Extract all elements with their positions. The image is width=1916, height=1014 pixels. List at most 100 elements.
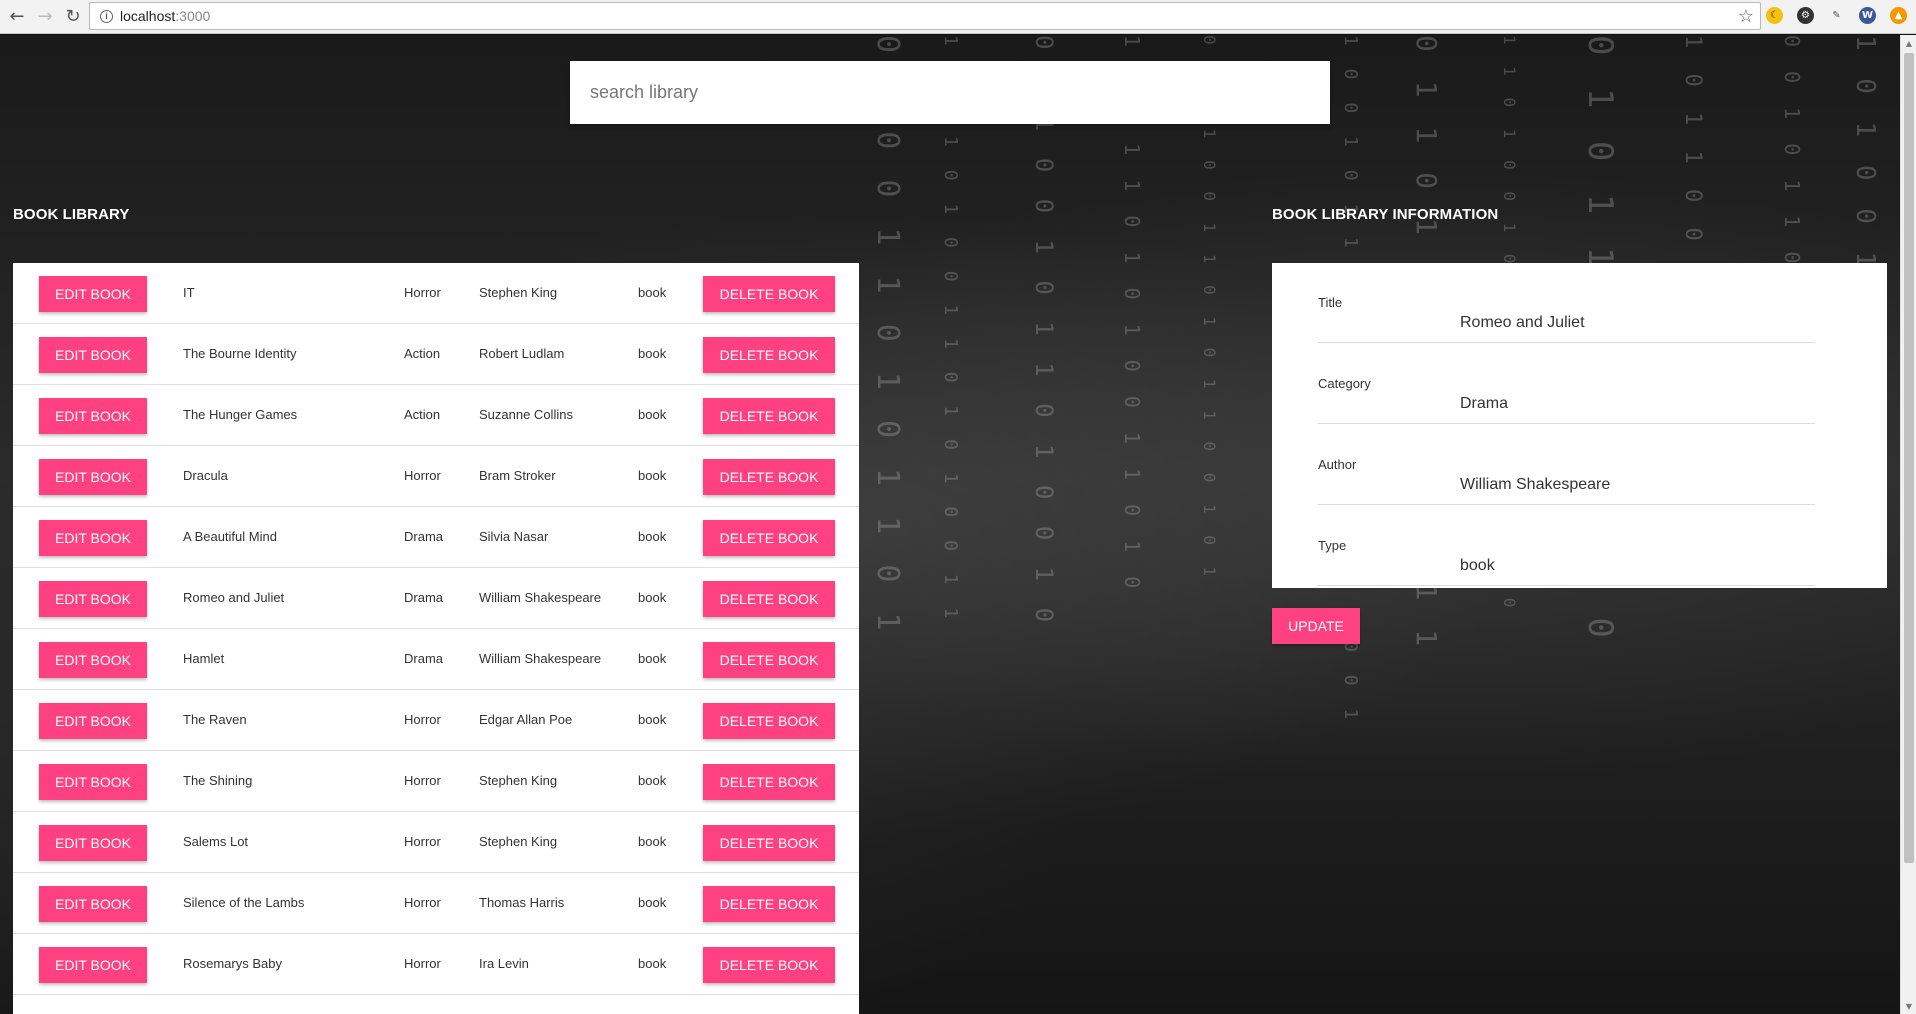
edit-book-button[interactable]: EDIT BOOK bbox=[39, 398, 147, 434]
update-button[interactable]: UPDATE bbox=[1272, 608, 1360, 644]
delete-book-button[interactable]: DELETE BOOK bbox=[703, 825, 835, 861]
book-author: Edgar Allan Poe bbox=[479, 712, 573, 727]
book-category: Horror bbox=[404, 956, 441, 971]
search-input[interactable] bbox=[570, 61, 1330, 124]
field-value[interactable]: Romeo and Juliet bbox=[1460, 314, 1585, 332]
book-type: book bbox=[638, 285, 667, 300]
edit-book-button[interactable]: EDIT BOOK bbox=[39, 520, 147, 556]
edit-book-button[interactable]: EDIT BOOK bbox=[39, 764, 147, 800]
book-category: Horror bbox=[404, 712, 441, 727]
delete-book-button[interactable]: DELETE BOOK bbox=[703, 581, 835, 617]
library-heading: BOOK LIBRARY bbox=[13, 206, 130, 223]
book-author: Ira Levin bbox=[479, 956, 529, 971]
book-author: Stephen King bbox=[479, 285, 558, 300]
book-category: Drama bbox=[404, 529, 444, 544]
delete-book-button[interactable]: DELETE BOOK bbox=[703, 276, 835, 312]
book-row: EDIT BOOK Hamlet Drama William Shakespeare b… bbox=[13, 629, 859, 690]
book-type: book bbox=[638, 346, 667, 361]
forward-icon[interactable]: → bbox=[34, 6, 56, 28]
info-field-category[interactable]: Category Drama bbox=[1318, 358, 1815, 424]
edit-book-button[interactable]: EDIT BOOK bbox=[39, 337, 147, 373]
book-type: book bbox=[638, 834, 667, 849]
delete-book-button[interactable]: DELETE BOOK bbox=[703, 947, 835, 983]
extension-orange-icon[interactable]: ▲ bbox=[1890, 7, 1907, 24]
browser-toolbar: ← → ↻ i localhost:3000 ☆ ☾ ⚙ ✎ W ▲ bbox=[0, 0, 1916, 34]
delete-book-button[interactable]: DELETE BOOK bbox=[703, 520, 835, 556]
address-bar[interactable]: i localhost:3000 ☆ bbox=[89, 2, 1761, 30]
book-category: Horror bbox=[404, 834, 441, 849]
info-icon[interactable]: i bbox=[100, 9, 113, 23]
book-title: Rosemarys Baby bbox=[183, 956, 282, 971]
edit-book-button[interactable]: EDIT BOOK bbox=[39, 703, 147, 739]
book-type: book bbox=[638, 956, 667, 971]
book-category: Drama bbox=[404, 590, 444, 605]
book-author: William Shakespeare bbox=[479, 590, 602, 605]
book-type: book bbox=[638, 712, 667, 727]
delete-book-button[interactable]: DELETE BOOK bbox=[703, 886, 835, 922]
edit-book-button[interactable]: EDIT BOOK bbox=[39, 459, 147, 495]
book-row: EDIT BOOK IT Horror Stephen King book DELETE … bbox=[13, 263, 859, 324]
book-row: EDIT BOOK The Hunger Games Action Suzanne C… bbox=[13, 385, 859, 446]
delete-book-button[interactable]: DELETE BOOK bbox=[703, 764, 835, 800]
book-author: Thomas Harris bbox=[479, 895, 565, 910]
edit-book-button[interactable]: EDIT BOOK bbox=[39, 947, 147, 983]
book-row: EDIT BOOK Rosemarys Baby Horror Ira Levin bo… bbox=[13, 934, 859, 995]
info-field-author[interactable]: Author William Shakespeare bbox=[1318, 439, 1815, 505]
field-value[interactable]: William Shakespeare bbox=[1460, 476, 1610, 494]
edit-book-button[interactable]: EDIT BOOK bbox=[39, 886, 147, 922]
book-category: Action bbox=[404, 346, 441, 361]
delete-book-button[interactable]: DELETE BOOK bbox=[703, 703, 835, 739]
matrix-decoration: 0 1 0 0 1 1 0 1 0 1 1 0 1 bbox=[870, 35, 905, 637]
field-label: Type bbox=[1318, 538, 1347, 553]
book-author: Stephen King bbox=[479, 773, 558, 788]
bookmark-star-icon[interactable]: ☆ bbox=[1738, 6, 1754, 27]
extension-w-icon[interactable]: W bbox=[1859, 7, 1876, 24]
delete-book-button[interactable]: DELETE BOOK bbox=[703, 459, 835, 495]
back-icon[interactable]: ← bbox=[6, 6, 28, 28]
book-category: Horror bbox=[404, 895, 441, 910]
extension-gear-icon[interactable]: ⚙ bbox=[1797, 7, 1814, 24]
book-type: book bbox=[638, 590, 667, 605]
delete-book-button[interactable]: DELETE BOOK bbox=[703, 398, 835, 434]
field-label: Category bbox=[1318, 376, 1371, 391]
book-author: Silvia Nasar bbox=[479, 529, 549, 544]
extension-moon-icon[interactable]: ☾ bbox=[1766, 7, 1783, 24]
field-value[interactable]: book bbox=[1460, 557, 1495, 575]
delete-book-button[interactable]: DELETE BOOK bbox=[703, 642, 835, 678]
scroll-up-icon[interactable]: ▲ bbox=[1901, 35, 1916, 51]
url-port: :3000 bbox=[175, 8, 211, 24]
url-host: localhost bbox=[120, 8, 176, 24]
info-field-type[interactable]: Type book bbox=[1318, 520, 1815, 586]
scroll-thumb[interactable] bbox=[1904, 53, 1914, 863]
delete-book-button[interactable]: DELETE BOOK bbox=[703, 337, 835, 373]
book-row: EDIT BOOK Silence of the Lambs Horror Thoma… bbox=[13, 873, 859, 934]
book-title: Hamlet bbox=[183, 651, 225, 666]
field-label: Title bbox=[1318, 295, 1343, 310]
edit-book-button[interactable]: EDIT BOOK bbox=[39, 642, 147, 678]
info-field-title[interactable]: Title Romeo and Juliet bbox=[1318, 277, 1815, 343]
book-author: Robert Ludlam bbox=[479, 346, 565, 361]
book-author: Bram Stroker bbox=[479, 468, 556, 483]
edit-book-button[interactable]: EDIT BOOK bbox=[39, 276, 147, 312]
page-scrollbar[interactable]: ▲ ▼ bbox=[1900, 35, 1916, 1014]
book-category: Horror bbox=[404, 468, 441, 483]
reload-icon[interactable]: ↻ bbox=[62, 6, 84, 28]
extension-pen-icon[interactable]: ✎ bbox=[1828, 7, 1845, 24]
book-title: A Beautiful Mind bbox=[183, 529, 277, 544]
book-row: EDIT BOOK The Bourne Identity Action Robert… bbox=[13, 324, 859, 385]
edit-book-button[interactable]: EDIT BOOK bbox=[39, 581, 147, 617]
book-type: book bbox=[638, 651, 667, 666]
book-title: Silence of the Lambs bbox=[183, 895, 305, 910]
book-row: EDIT BOOK The Raven Horror Edgar Allan Poe b… bbox=[13, 690, 859, 751]
book-row: EDIT BOOK Salems Lot Horror Stephen King boo… bbox=[13, 812, 859, 873]
book-title: The Bourne Identity bbox=[183, 346, 297, 361]
book-type: book bbox=[638, 895, 667, 910]
edit-book-button[interactable]: EDIT BOOK bbox=[39, 825, 147, 861]
book-title: Salems Lot bbox=[183, 834, 249, 849]
book-category: Horror bbox=[404, 285, 441, 300]
field-value[interactable]: Drama bbox=[1460, 395, 1508, 413]
scroll-down-icon[interactable]: ▼ bbox=[1901, 998, 1916, 1014]
book-category: Horror bbox=[404, 773, 441, 788]
book-type: book bbox=[638, 529, 667, 544]
book-title: The Shining bbox=[183, 773, 253, 788]
